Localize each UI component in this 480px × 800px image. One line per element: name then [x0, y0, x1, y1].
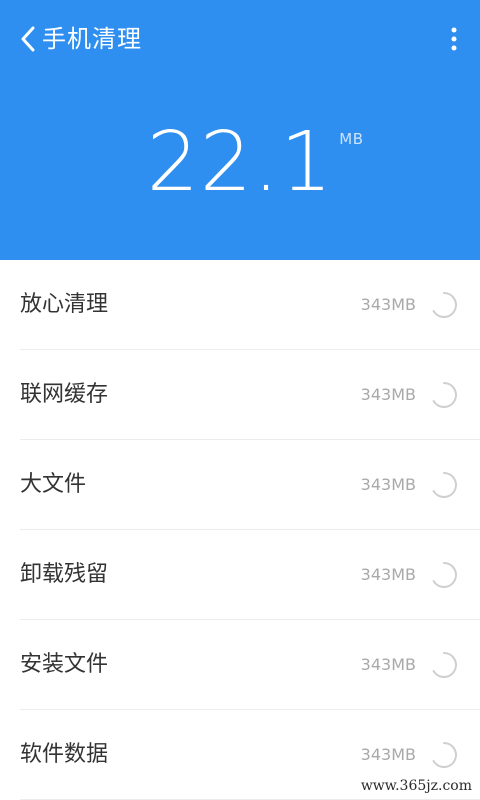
list-item-size: 343MB [360, 385, 416, 404]
chevron-left-icon [21, 26, 35, 52]
list-item-size: 343MB [360, 565, 416, 584]
list-item-label: 联网缓存 [20, 382, 109, 407]
list-item-label: 安装文件 [20, 652, 109, 677]
list-item-size: 343MB [360, 655, 416, 674]
page-title: 手机清理 [42, 25, 142, 53]
clean-category-list: 放心清理 343MB 联网缓存 343MB 大文件 343MB 卸载残留 343… [0, 260, 480, 800]
site-watermark: www.365jz.com [360, 778, 472, 794]
loading-spinner-icon [432, 292, 457, 318]
cleanable-amount: 22.1 MB [0, 118, 480, 208]
list-item-large-files[interactable]: 大文件 343MB [20, 440, 480, 530]
amount-unit: MB [339, 130, 364, 148]
back-button[interactable] [14, 22, 42, 56]
header-panel: 手机清理 22.1 MB [0, 0, 480, 260]
list-item-network-cache[interactable]: 联网缓存 343MB [20, 350, 480, 440]
list-item-label: 软件数据 [20, 742, 109, 767]
more-options-button[interactable] [442, 22, 466, 56]
loading-spinner-icon [432, 382, 457, 408]
list-item-label: 大文件 [20, 472, 87, 497]
list-item-install-files[interactable]: 安装文件 343MB [20, 620, 480, 710]
amount-value: 22.1 [146, 115, 334, 210]
loading-spinner-icon [432, 472, 457, 498]
list-item-label: 卸载残留 [20, 562, 109, 587]
list-item-size: 343MB [360, 475, 416, 494]
more-vertical-icon [451, 27, 457, 51]
list-item-uninstall-residue[interactable]: 卸载残留 343MB [20, 530, 480, 620]
loading-spinner-icon [432, 652, 457, 678]
list-item-label: 放心清理 [20, 292, 109, 317]
top-app-bar: 手机清理 [0, 0, 480, 78]
list-item-size: 343MB [360, 295, 416, 314]
list-item-worry-free-clean[interactable]: 放心清理 343MB [20, 260, 480, 350]
loading-spinner-icon [432, 562, 457, 588]
loading-spinner-icon [432, 742, 457, 768]
